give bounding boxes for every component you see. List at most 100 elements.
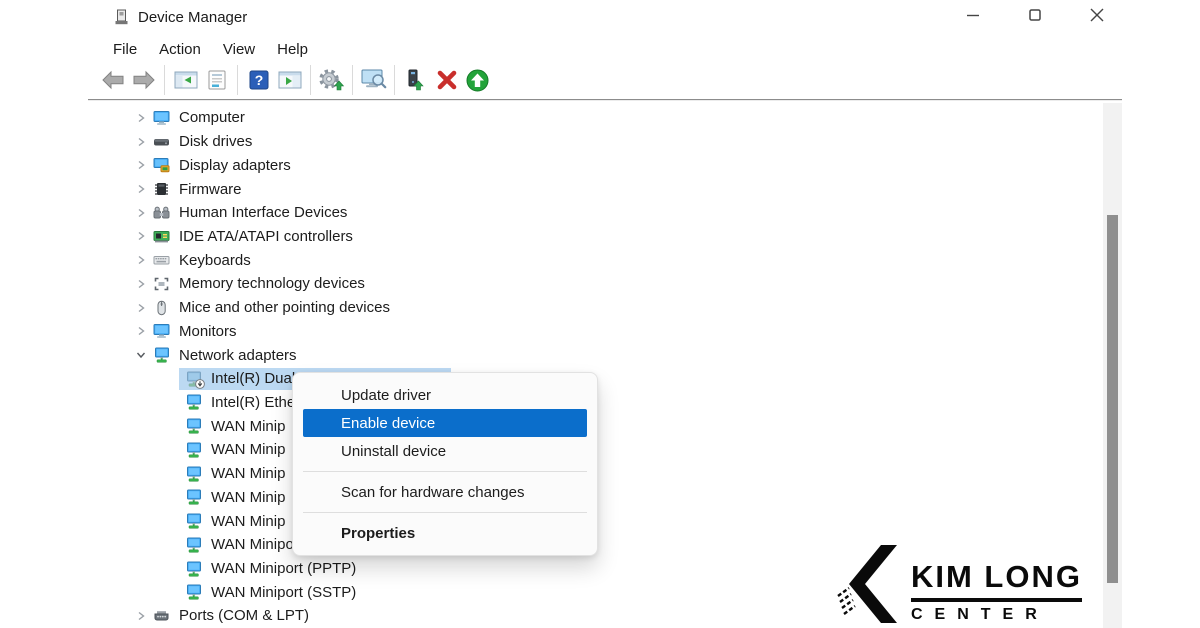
tree-item-mice-and-other-pointing-devices[interactable]: Mice and other pointing devices	[88, 296, 1100, 320]
chevron-down-icon[interactable]	[133, 349, 149, 361]
memory-icon	[153, 276, 170, 292]
tree-item-label: Ports (COM & LPT)	[179, 607, 309, 624]
chevron-right-icon[interactable]	[133, 183, 149, 195]
toolbar-group	[395, 65, 498, 95]
network-icon	[185, 394, 202, 410]
back-button[interactable]	[97, 66, 128, 94]
chevron-right-icon[interactable]	[133, 136, 149, 148]
kim-long-logo-text: KIM LONG CENTER	[911, 559, 1082, 624]
context-menu-item-update-driver[interactable]: Update driver	[303, 381, 587, 409]
network-icon	[185, 371, 202, 387]
enable-device-up-icon	[466, 69, 489, 92]
uninstall-x-icon	[436, 69, 458, 91]
context-menu-item-enable-device[interactable]: Enable device	[303, 409, 587, 437]
chevron-right-icon[interactable]	[133, 230, 149, 242]
tree-item-display-adapters[interactable]: Display adapters	[88, 153, 1100, 177]
network-icon	[185, 489, 202, 505]
minimize-button[interactable]	[958, 2, 988, 30]
toolbar-group	[353, 65, 395, 95]
tree-item-inner: Mice and other pointing devices	[153, 297, 390, 319]
maximize-button[interactable]	[1020, 2, 1050, 30]
tree-item-inner: Firmware	[153, 178, 242, 200]
network-icon	[153, 347, 170, 363]
vertical-scrollbar[interactable]	[1103, 103, 1122, 628]
window-title: Device Manager	[138, 9, 247, 26]
chevron-right-icon[interactable]	[133, 278, 149, 290]
context-menu-item-properties[interactable]: Properties	[303, 519, 587, 547]
tree-item-inner: WAN Minip	[185, 486, 285, 508]
computer-icon	[153, 110, 170, 126]
tree-item-memory-technology-devices[interactable]: Memory technology devices	[88, 272, 1100, 296]
tree-item-ide-ata-atapi-controllers[interactable]: IDE ATA/ATAPI controllers	[88, 225, 1100, 249]
tree-item-inner: WAN Miniport (PPTP)	[185, 558, 356, 580]
menu-action[interactable]: Action	[148, 38, 212, 61]
tree-item-human-interface-devices[interactable]: Human Interface Devices	[88, 201, 1100, 225]
enable-device-up-button[interactable]	[462, 66, 493, 94]
tree-item-inner: WAN Miniport (SSTP)	[185, 581, 356, 603]
properties-sheet-button[interactable]	[201, 66, 232, 94]
chevron-right-icon[interactable]	[133, 254, 149, 266]
chevron-right-icon[interactable]	[133, 159, 149, 171]
network-icon	[185, 466, 202, 482]
tree-item-keyboards[interactable]: Keyboards	[88, 248, 1100, 272]
tree-item-label: Disk drives	[179, 133, 252, 150]
update-driver-gear-button[interactable]	[316, 66, 347, 94]
chevron-right-icon[interactable]	[133, 610, 149, 622]
forward-button[interactable]	[128, 66, 159, 94]
uninstall-x-button[interactable]	[431, 66, 462, 94]
properties-sheet-icon	[206, 70, 228, 90]
menu-help[interactable]: Help	[266, 38, 319, 61]
menu-file[interactable]: File	[102, 38, 148, 61]
tree-item-inner: Intel(R) Ethe	[185, 391, 295, 413]
tree-item-inner: Human Interface Devices	[153, 202, 347, 224]
tree-item-inner: WAN Minip	[185, 463, 285, 485]
toolbar-group	[165, 65, 238, 95]
chevron-right-icon[interactable]	[133, 302, 149, 314]
tree-item-firmware[interactable]: Firmware	[88, 177, 1100, 201]
tree-item-label: Computer	[179, 109, 245, 126]
chevron-right-icon[interactable]	[133, 325, 149, 337]
driver-install-button[interactable]	[400, 66, 431, 94]
menu-view[interactable]: View	[212, 38, 266, 61]
toolbar-group: ?	[238, 65, 311, 95]
disabled-badge-icon	[195, 379, 205, 389]
tree-item-inner: Ports (COM & LPT)	[153, 605, 309, 627]
keyboard-icon	[153, 252, 170, 268]
tree-item-label: WAN Miniport (SSTP)	[211, 584, 356, 601]
tree-item-network-adapters[interactable]: Network adapters	[88, 343, 1100, 367]
logo-line-1: KIM LONG	[911, 559, 1082, 602]
tree-item-monitors[interactable]: Monitors	[88, 319, 1100, 343]
action-pane-button[interactable]	[274, 66, 305, 94]
network-icon	[185, 418, 202, 434]
tree-item-label: WAN Miniport (PPTP)	[211, 560, 356, 577]
close-icon	[1089, 7, 1105, 26]
close-button[interactable]	[1082, 2, 1112, 30]
scrollbar-thumb[interactable]	[1107, 215, 1118, 583]
tree-item-inner: Network adapters	[153, 344, 297, 366]
tree-item-label: WAN Minip	[211, 489, 285, 506]
monitor-icon	[153, 323, 170, 339]
tree-item-label: Human Interface Devices	[179, 204, 347, 221]
tree-item-inner: IDE ATA/ATAPI controllers	[153, 225, 353, 247]
console-tree-button[interactable]	[170, 66, 201, 94]
tree-item-label: WAN Minip	[211, 441, 285, 458]
tree-item-computer[interactable]: Computer	[88, 106, 1100, 130]
device-manager-window: Device Manager FileActionViewHelp ? Comp…	[88, 0, 1122, 628]
context-menu-item-uninstall-device[interactable]: Uninstall device	[303, 437, 587, 465]
scan-hardware-icon	[361, 69, 387, 91]
scan-hardware-button[interactable]	[358, 66, 389, 94]
context-menu-item-scan-for-hardware-changes[interactable]: Scan for hardware changes	[303, 478, 587, 506]
context-menu: Update driverEnable deviceUninstall devi…	[292, 372, 598, 556]
network-icon	[185, 561, 202, 577]
menubar: FileActionViewHelp	[102, 38, 319, 61]
tree-item-label: IDE ATA/ATAPI controllers	[179, 228, 353, 245]
chevron-right-icon[interactable]	[133, 207, 149, 219]
help-button[interactable]: ?	[243, 66, 274, 94]
firmware-icon	[153, 181, 170, 197]
ports-icon	[153, 608, 170, 624]
menu-separator	[303, 471, 587, 472]
tree-item-inner: Keyboards	[153, 249, 251, 271]
tree-item-label: WAN Minipo	[211, 536, 294, 553]
chevron-right-icon[interactable]	[133, 112, 149, 124]
tree-item-disk-drives[interactable]: Disk drives	[88, 130, 1100, 154]
